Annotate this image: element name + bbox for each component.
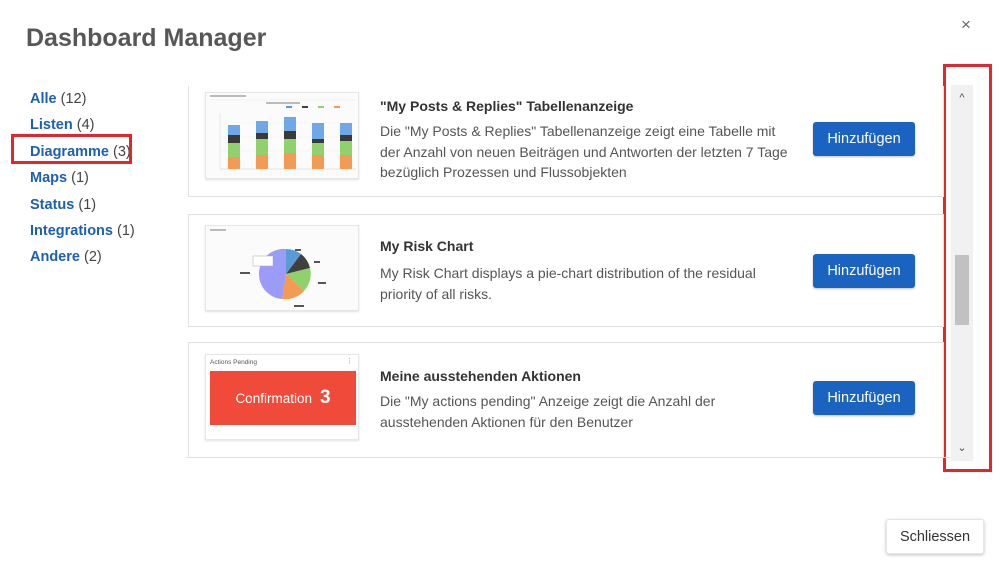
nav-item-integrations[interactable]: Integrations (1) bbox=[30, 222, 135, 248]
scrollbar[interactable]: ^ ⌄ bbox=[951, 85, 973, 461]
pending-header: Actions Pending bbox=[210, 359, 257, 366]
widget-title: My Risk Chart bbox=[380, 238, 474, 254]
nav-item-label: Maps bbox=[30, 170, 68, 187]
stacked-bar-thumbnail bbox=[206, 93, 358, 178]
nav-item-diagramme[interactable]: Diagramme (3) bbox=[30, 143, 135, 169]
add-widget-button[interactable]: Hinzufügen bbox=[813, 381, 915, 415]
nav-item-status[interactable]: Status (1) bbox=[30, 196, 135, 222]
close-icon[interactable]: × bbox=[958, 16, 974, 34]
widget-description: Die "My actions pending" Anzeige zeigt d… bbox=[380, 393, 716, 430]
widget-thumbnail-posts-replies bbox=[205, 92, 359, 179]
widget-card-risk-chart: My Risk Chart My Risk Chart displays a p… bbox=[188, 214, 944, 327]
nav-item-label: Listen bbox=[30, 117, 73, 134]
widget-card-posts-replies: "My Posts & Replies" Tabellenanzeige Die… bbox=[188, 86, 944, 197]
nav-item-label: Diagramme bbox=[30, 143, 109, 160]
scroll-up-icon[interactable]: ^ bbox=[951, 87, 973, 109]
nav-item-label: Integrations bbox=[30, 222, 113, 239]
add-widget-button[interactable]: Hinzufügen bbox=[813, 122, 915, 156]
add-widget-button[interactable]: Hinzufügen bbox=[813, 254, 915, 288]
nav-item-listen[interactable]: Listen (4) bbox=[30, 116, 135, 142]
nav-item-label: Andere bbox=[30, 249, 80, 266]
pending-count: 3 bbox=[319, 387, 331, 408]
dialog-title: Dashboard Manager bbox=[26, 24, 267, 52]
nav-item-count: (3) bbox=[113, 143, 131, 160]
nav-item-count: (1) bbox=[78, 196, 97, 213]
nav-item-count: (4) bbox=[76, 117, 95, 134]
scroll-down-icon[interactable]: ⌄ bbox=[951, 437, 973, 459]
scroll-thumb[interactable] bbox=[955, 255, 969, 325]
nav-item-count: (1) bbox=[117, 222, 135, 239]
close-dialog-button[interactable]: Schliessen bbox=[886, 519, 984, 554]
more-icon: ⋮ bbox=[346, 358, 353, 365]
pending-bar: Confirmation 3 bbox=[210, 371, 356, 425]
nav-item-count: (12) bbox=[60, 91, 87, 107]
nav-item-label: Status bbox=[30, 196, 75, 213]
pie-chart-thumbnail bbox=[206, 226, 358, 310]
nav-item-count: (2) bbox=[84, 249, 102, 266]
nav-item-alle[interactable]: Alle (12) bbox=[30, 90, 135, 116]
widget-list: "My Posts & Replies" Tabellenanzeige Die… bbox=[186, 86, 974, 458]
widget-thumbnail-actions-pending: Actions Pending ⋮ Confirmation 3 bbox=[205, 354, 359, 440]
widget-description: Die "My Posts & Replies" Tabellenanzeige… bbox=[380, 123, 788, 180]
widget-card-actions-pending: Actions Pending ⋮ Confirmation 3 Meine a… bbox=[188, 342, 944, 457]
nav-item-andere[interactable]: Andere (2) bbox=[30, 248, 135, 274]
widget-title: "My Posts & Replies" Tabellenanzeige bbox=[380, 98, 634, 114]
nav-item-count: (1) bbox=[71, 170, 89, 187]
nav-item-maps[interactable]: Maps (1) bbox=[30, 169, 135, 195]
widget-description: My Risk Chart displays a pie-chart distr… bbox=[380, 265, 756, 302]
widget-title: Meine ausstehenden Aktionen bbox=[380, 368, 581, 384]
pending-label: Confirmation bbox=[235, 390, 312, 406]
nav-item-label: Alle bbox=[30, 91, 57, 107]
category-nav: Alle (12) Listen (4) Diagramme (3) Maps … bbox=[30, 90, 135, 275]
widget-thumbnail-risk-chart bbox=[205, 225, 359, 311]
